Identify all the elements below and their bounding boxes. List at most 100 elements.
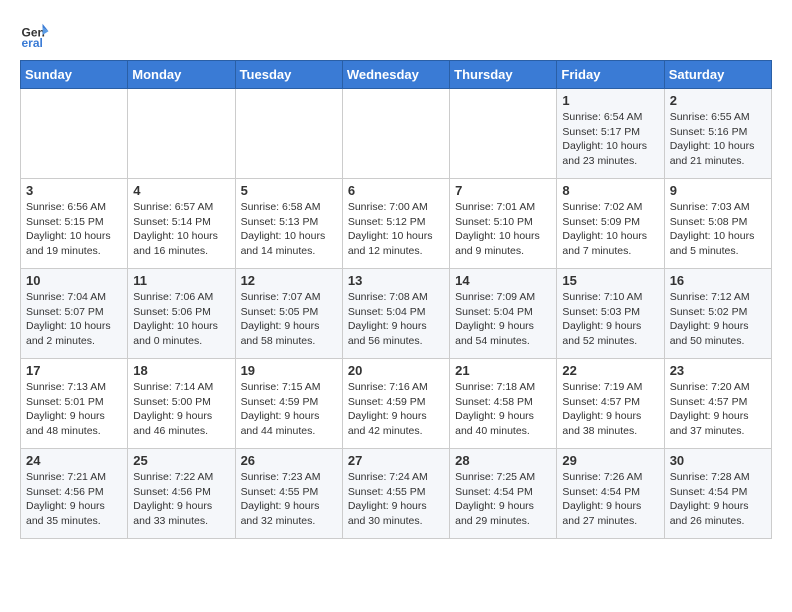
day-info: Sunrise: 6:55 AM Sunset: 5:16 PM Dayligh…	[670, 110, 766, 169]
calendar-cell: 5 Sunrise: 6:58 AM Sunset: 5:13 PM Daylig…	[235, 179, 342, 269]
day-number: 20	[348, 363, 444, 378]
day-info: Sunrise: 7:14 AM Sunset: 5:00 PM Dayligh…	[133, 380, 229, 439]
day-number: 2	[670, 93, 766, 108]
day-number: 15	[562, 273, 658, 288]
calendar-cell: 24Sunrise: 7:21 AM Sunset: 4:56 PM Dayli…	[21, 449, 128, 539]
calendar-cell: 23 Sunrise: 7:20 AM Sunset: 4:57 PM Dayli…	[664, 359, 771, 449]
calendar-cell: 30 Sunrise: 7:28 AM Sunset: 4:54 PM Dayli…	[664, 449, 771, 539]
calendar-cell	[235, 89, 342, 179]
calendar-cell	[450, 89, 557, 179]
day-number: 25	[133, 453, 229, 468]
calendar-table: SundayMondayTuesdayWednesdayThursdayFrid…	[20, 60, 772, 539]
day-info: Sunrise: 7:00 AM Sunset: 5:12 PM Dayligh…	[348, 200, 444, 259]
day-number: 13	[348, 273, 444, 288]
calendar-cell: 9 Sunrise: 7:03 AM Sunset: 5:08 PM Daylig…	[664, 179, 771, 269]
day-info: Sunrise: 7:21 AM Sunset: 4:56 PM Dayligh…	[26, 470, 122, 529]
calendar-cell: 8 Sunrise: 7:02 AM Sunset: 5:09 PM Daylig…	[557, 179, 664, 269]
day-info: Sunrise: 6:54 AM Sunset: 5:17 PM Dayligh…	[562, 110, 658, 169]
calendar-cell: 22 Sunrise: 7:19 AM Sunset: 4:57 PM Dayli…	[557, 359, 664, 449]
page-header: Gen eral	[20, 20, 772, 50]
calendar-cell: 3Sunrise: 6:56 AM Sunset: 5:15 PM Daylig…	[21, 179, 128, 269]
weekday-header-wednesday: Wednesday	[342, 61, 449, 89]
logo: Gen eral	[20, 20, 54, 50]
day-number: 3	[26, 183, 122, 198]
day-number: 5	[241, 183, 337, 198]
day-number: 29	[562, 453, 658, 468]
day-number: 11	[133, 273, 229, 288]
day-number: 1	[562, 93, 658, 108]
calendar-cell: 4 Sunrise: 6:57 AM Sunset: 5:14 PM Daylig…	[128, 179, 235, 269]
day-number: 17	[26, 363, 122, 378]
day-info: Sunrise: 7:20 AM Sunset: 4:57 PM Dayligh…	[670, 380, 766, 439]
calendar-cell	[21, 89, 128, 179]
day-number: 26	[241, 453, 337, 468]
day-number: 30	[670, 453, 766, 468]
calendar-header: SundayMondayTuesdayWednesdayThursdayFrid…	[21, 61, 772, 89]
calendar-cell: 14 Sunrise: 7:09 AM Sunset: 5:04 PM Dayli…	[450, 269, 557, 359]
weekday-header-sunday: Sunday	[21, 61, 128, 89]
day-number: 21	[455, 363, 551, 378]
day-info: Sunrise: 6:57 AM Sunset: 5:14 PM Dayligh…	[133, 200, 229, 259]
weekday-header-monday: Monday	[128, 61, 235, 89]
calendar-cell: 21 Sunrise: 7:18 AM Sunset: 4:58 PM Dayli…	[450, 359, 557, 449]
weekday-header-saturday: Saturday	[664, 61, 771, 89]
day-number: 6	[348, 183, 444, 198]
weekday-header-tuesday: Tuesday	[235, 61, 342, 89]
day-number: 22	[562, 363, 658, 378]
day-info: Sunrise: 7:25 AM Sunset: 4:54 PM Dayligh…	[455, 470, 551, 529]
calendar-cell: 11 Sunrise: 7:06 AM Sunset: 5:06 PM Dayli…	[128, 269, 235, 359]
calendar-cell: 29 Sunrise: 7:26 AM Sunset: 4:54 PM Dayli…	[557, 449, 664, 539]
calendar-cell: 20 Sunrise: 7:16 AM Sunset: 4:59 PM Dayli…	[342, 359, 449, 449]
day-info: Sunrise: 7:15 AM Sunset: 4:59 PM Dayligh…	[241, 380, 337, 439]
day-info: Sunrise: 7:18 AM Sunset: 4:58 PM Dayligh…	[455, 380, 551, 439]
calendar-cell: 26 Sunrise: 7:23 AM Sunset: 4:55 PM Dayli…	[235, 449, 342, 539]
calendar-cell: 1 Sunrise: 6:54 AM Sunset: 5:17 PM Daylig…	[557, 89, 664, 179]
calendar-cell: 13Sunrise: 7:08 AM Sunset: 5:04 PM Dayli…	[342, 269, 449, 359]
logo-icon: Gen eral	[20, 20, 50, 50]
calendar-cell: 16Sunrise: 7:12 AM Sunset: 5:02 PM Dayli…	[664, 269, 771, 359]
day-number: 14	[455, 273, 551, 288]
day-info: Sunrise: 7:26 AM Sunset: 4:54 PM Dayligh…	[562, 470, 658, 529]
calendar-cell: 19 Sunrise: 7:15 AM Sunset: 4:59 PM Dayli…	[235, 359, 342, 449]
calendar-week-2: 3Sunrise: 6:56 AM Sunset: 5:15 PM Daylig…	[21, 179, 772, 269]
calendar-cell: 17 Sunrise: 7:13 AM Sunset: 5:01 PM Dayli…	[21, 359, 128, 449]
day-number: 8	[562, 183, 658, 198]
day-number: 19	[241, 363, 337, 378]
calendar-cell	[128, 89, 235, 179]
day-number: 7	[455, 183, 551, 198]
day-info: Sunrise: 7:23 AM Sunset: 4:55 PM Dayligh…	[241, 470, 337, 529]
calendar-cell: 15 Sunrise: 7:10 AM Sunset: 5:03 PM Dayli…	[557, 269, 664, 359]
weekday-header-thursday: Thursday	[450, 61, 557, 89]
day-info: Sunrise: 7:16 AM Sunset: 4:59 PM Dayligh…	[348, 380, 444, 439]
calendar-body: 1 Sunrise: 6:54 AM Sunset: 5:17 PM Daylig…	[21, 89, 772, 539]
day-info: Sunrise: 7:22 AM Sunset: 4:56 PM Dayligh…	[133, 470, 229, 529]
day-info: Sunrise: 7:10 AM Sunset: 5:03 PM Dayligh…	[562, 290, 658, 349]
day-info: Sunrise: 7:06 AM Sunset: 5:06 PM Dayligh…	[133, 290, 229, 349]
calendar-cell: 25 Sunrise: 7:22 AM Sunset: 4:56 PM Dayli…	[128, 449, 235, 539]
day-info: Sunrise: 7:09 AM Sunset: 5:04 PM Dayligh…	[455, 290, 551, 349]
calendar-week-1: 1 Sunrise: 6:54 AM Sunset: 5:17 PM Daylig…	[21, 89, 772, 179]
day-number: 12	[241, 273, 337, 288]
calendar-week-3: 10Sunrise: 7:04 AM Sunset: 5:07 PM Dayli…	[21, 269, 772, 359]
day-number: 27	[348, 453, 444, 468]
day-info: Sunrise: 7:01 AM Sunset: 5:10 PM Dayligh…	[455, 200, 551, 259]
calendar-cell: 18 Sunrise: 7:14 AM Sunset: 5:00 PM Dayli…	[128, 359, 235, 449]
calendar-cell: 10Sunrise: 7:04 AM Sunset: 5:07 PM Dayli…	[21, 269, 128, 359]
day-number: 18	[133, 363, 229, 378]
day-number: 16	[670, 273, 766, 288]
day-info: Sunrise: 7:28 AM Sunset: 4:54 PM Dayligh…	[670, 470, 766, 529]
calendar-cell: 2 Sunrise: 6:55 AM Sunset: 5:16 PM Daylig…	[664, 89, 771, 179]
weekday-header-row: SundayMondayTuesdayWednesdayThursdayFrid…	[21, 61, 772, 89]
day-info: Sunrise: 7:02 AM Sunset: 5:09 PM Dayligh…	[562, 200, 658, 259]
day-number: 9	[670, 183, 766, 198]
calendar-cell: 7 Sunrise: 7:01 AM Sunset: 5:10 PM Daylig…	[450, 179, 557, 269]
day-info: Sunrise: 7:13 AM Sunset: 5:01 PM Dayligh…	[26, 380, 122, 439]
day-info: Sunrise: 7:03 AM Sunset: 5:08 PM Dayligh…	[670, 200, 766, 259]
day-number: 23	[670, 363, 766, 378]
day-info: Sunrise: 6:58 AM Sunset: 5:13 PM Dayligh…	[241, 200, 337, 259]
day-number: 4	[133, 183, 229, 198]
svg-text:eral: eral	[22, 36, 43, 50]
calendar-cell: 12Sunrise: 7:07 AM Sunset: 5:05 PM Dayli…	[235, 269, 342, 359]
day-info: Sunrise: 7:19 AM Sunset: 4:57 PM Dayligh…	[562, 380, 658, 439]
calendar-week-5: 24Sunrise: 7:21 AM Sunset: 4:56 PM Dayli…	[21, 449, 772, 539]
